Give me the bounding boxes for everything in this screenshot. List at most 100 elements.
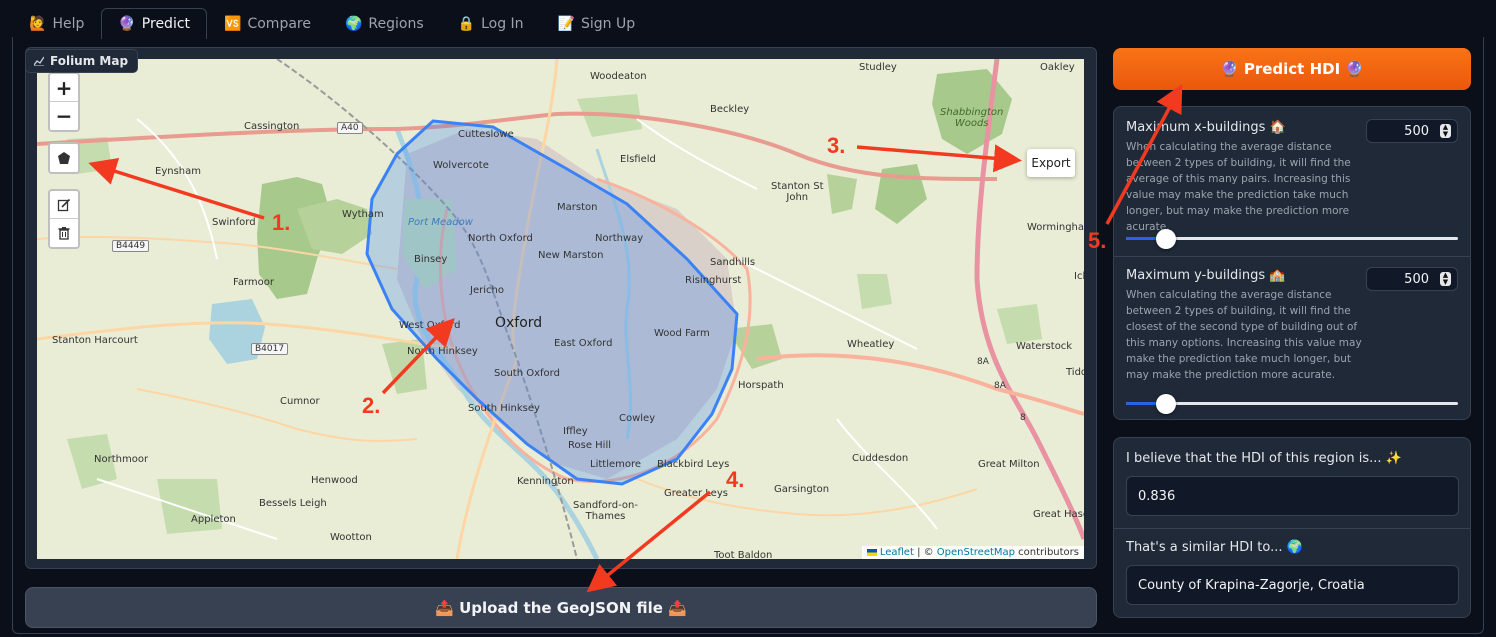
map-place-label: Binsey (414, 254, 448, 265)
parameters-panel: Maximum x-buildings 🏠 When calculating t… (1113, 106, 1471, 420)
map-label-text: Folium Map (50, 54, 129, 68)
upload-geojson-button[interactable]: 📤 Upload the GeoJSON file 📤 (25, 587, 1097, 628)
map-place-label: Garsington (774, 484, 830, 495)
trash-icon (58, 227, 70, 240)
map-place-label: North Oxford (468, 233, 533, 244)
map-place-label: Sandford-on- Thames (573, 500, 638, 522)
map-place-label: Tidd (1066, 367, 1084, 378)
tab-label: Log In (481, 15, 524, 32)
slider-thumb[interactable] (1155, 394, 1176, 414)
divider (1114, 528, 1470, 529)
map-place-label: Sandhills (710, 257, 756, 268)
draw-polygon-button[interactable] (50, 144, 78, 172)
map-place-label: Marston (557, 202, 598, 213)
leaflet-link[interactable]: Leaflet (880, 547, 914, 558)
map-place-label: Northway (595, 233, 644, 244)
map-place-label: Littlemore (590, 459, 642, 470)
map-place-label: Great Hase (1033, 509, 1084, 520)
map-place-label: New Marston (538, 250, 604, 261)
map-place-label: Ick (1074, 271, 1084, 282)
tab-label: Compare (247, 15, 311, 32)
delete-layers-button[interactable] (50, 219, 78, 247)
map-attribution: Leaflet | © OpenStreetMap contributors (861, 546, 1084, 559)
similar-hdi-value: County of Krapina-Zagorje, Croatia (1138, 577, 1365, 593)
map-place-label: Studley (859, 62, 897, 73)
attribution-suffix: contributors (1015, 547, 1079, 558)
map-place-label: Risinghurst (685, 275, 742, 286)
map-road-label: B4017 (251, 343, 289, 355)
map-place-label: Cassington (244, 121, 300, 132)
max-y-buildings-desc: When calculating the average distance be… (1126, 289, 1362, 381)
step-3-label: 3. (827, 133, 846, 158)
map-place-label: Northmoor (94, 454, 149, 465)
map-place-label: East Oxford (554, 338, 613, 349)
map-place-label: Great Milton (978, 459, 1040, 470)
ukraine-flag-icon (866, 548, 877, 556)
map-place-label: Rose Hill (568, 440, 612, 451)
memo-icon: 📝 (557, 15, 575, 32)
step-1-label: 1. (272, 210, 291, 235)
divider (1114, 256, 1470, 257)
tab-predict[interactable]: 🔮 Predict (101, 8, 208, 39)
similar-hdi-field[interactable]: County of Krapina-Zagorje, Croatia (1126, 565, 1459, 605)
edit-layers-button[interactable] (50, 191, 78, 219)
map-place-label: Wolvercote (433, 160, 489, 171)
tab-login[interactable]: 🔒 Log In (441, 8, 541, 38)
map-place-label: Beckley (710, 104, 750, 115)
max-y-buildings-value: 500 (1404, 271, 1429, 287)
spinner-icon[interactable]: ▲ ▼ (1440, 272, 1451, 286)
map-city-label: Oxford (495, 315, 543, 331)
tab-signup[interactable]: 📝 Sign Up (541, 8, 653, 38)
tab-label: Help (52, 15, 85, 32)
map-place-label: Jericho (470, 285, 504, 296)
globe-icon: 🌍 (344, 15, 363, 32)
osm-link[interactable]: OpenStreetMap (937, 547, 1015, 558)
tab-help[interactable]: 🙋 Help (12, 8, 101, 38)
attribution-sep: | © (913, 547, 937, 558)
predict-hdi-button[interactable]: 🔮 Predict HDI 🔮 (1113, 48, 1471, 90)
hdi-output-label: I believe that the HDI of this region is… (1126, 451, 1402, 466)
zoom-out-button[interactable]: − (50, 102, 78, 130)
max-x-buildings-value: 500 (1404, 123, 1429, 139)
step-5-label: 5. (1088, 228, 1107, 253)
map-road-label: 8 (1020, 413, 1026, 423)
max-x-buildings-desc: When calculating the average distance be… (1126, 141, 1351, 233)
export-button[interactable]: Export (1027, 149, 1075, 177)
max-y-buildings-title: Maximum y-buildings 🏫 (1126, 268, 1286, 283)
edit-icon (57, 198, 71, 211)
hdi-output-value: 0.836 (1138, 488, 1176, 504)
spinner-icon[interactable]: ▲ ▼ (1440, 124, 1451, 138)
tab-label: Sign Up (581, 15, 636, 32)
map-place-label: Stanton Harcourt (52, 335, 138, 346)
edit-toolbar (48, 189, 80, 249)
slider-thumb[interactable] (1155, 229, 1176, 249)
folium-map[interactable]: Oakley Studley Woodeaton Beckley Cassing… (37, 59, 1084, 559)
upload-label: 📤 Upload the GeoJSON file 📤 (435, 598, 687, 617)
hdi-output-field[interactable]: 0.836 (1126, 476, 1459, 516)
map-place-label: Blackbird Leys (657, 459, 730, 470)
zoom-in-button[interactable]: + (50, 74, 78, 102)
max-x-buildings-slider[interactable] (1126, 229, 1458, 249)
map-place-label: Swinford (212, 217, 256, 228)
map-place-label: Wytham (342, 209, 384, 220)
step-4-label: 4. (726, 467, 745, 492)
map-road-label: A40 (337, 122, 363, 134)
draw-toolbar (48, 142, 80, 174)
tab-bar: 🙋 Help 🔮 Predict 🆚 Compare 🌍 Regions 🔒 Log In… (12, 8, 653, 39)
map-place-label: Shabbington Woods (940, 107, 1004, 129)
map-place-label: Henwood (311, 475, 358, 486)
map-place-label: Cuddesdon (852, 453, 909, 464)
map-place-label: Port Meadow (408, 217, 473, 228)
similar-hdi-label: That's a similar HDI to... 🌍 (1126, 540, 1303, 555)
max-y-buildings-slider[interactable] (1126, 394, 1458, 414)
map-place-label: North Hinksey (407, 346, 478, 357)
tab-compare[interactable]: 🆚 Compare (207, 8, 328, 38)
map-place-label: Stanton St John (771, 181, 824, 203)
tab-regions[interactable]: 🌍 Regions (328, 8, 441, 38)
map-place-label: Kennington (517, 476, 574, 487)
zoom-control: + − (48, 72, 80, 132)
map-place-label: Wood Farm (654, 328, 710, 339)
map-place-label: Elsfield (620, 154, 656, 165)
max-x-buildings-input[interactable]: 500 ▲ ▼ (1366, 119, 1458, 143)
max-y-buildings-input[interactable]: 500 ▲ ▼ (1366, 267, 1458, 291)
